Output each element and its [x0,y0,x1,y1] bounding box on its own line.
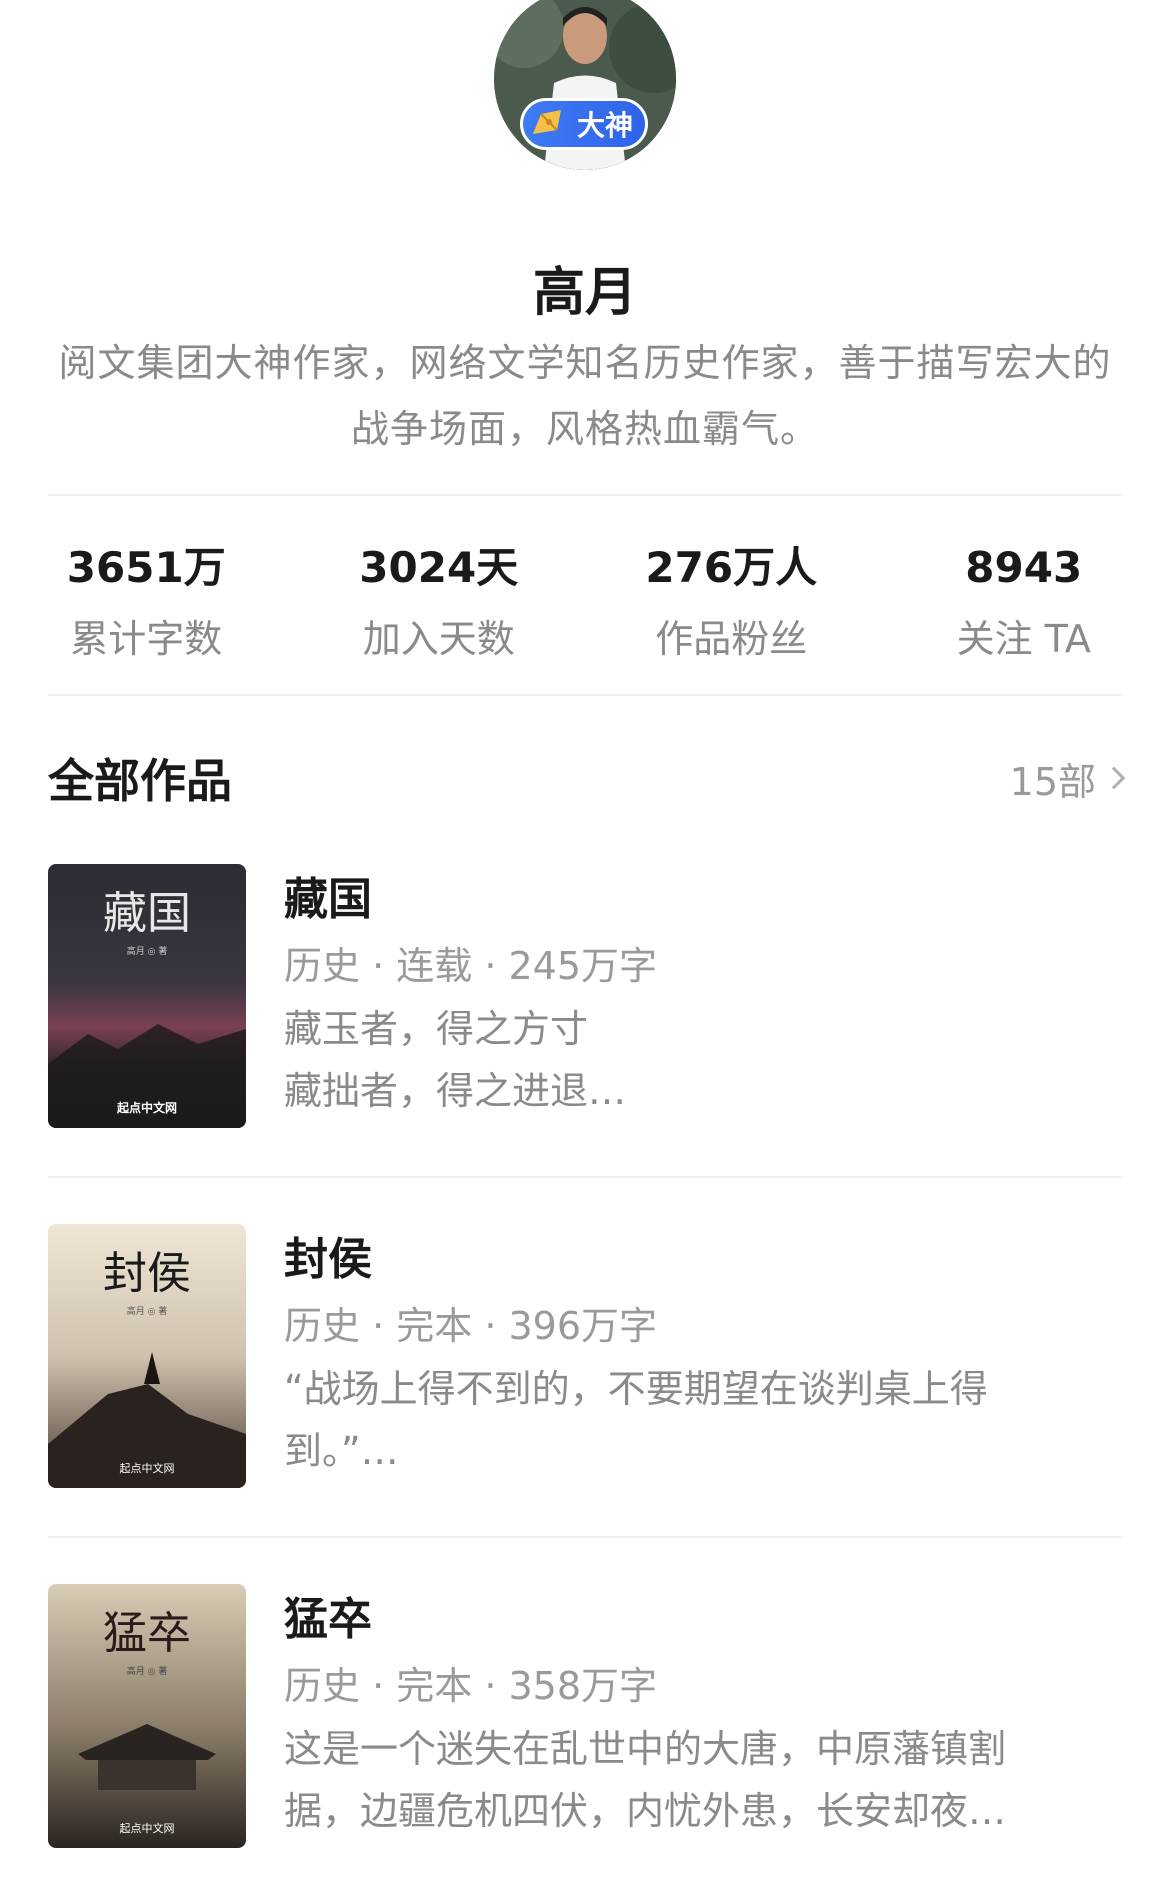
cover-author: 高月 ◎ 著 [127,1665,168,1677]
cover-publisher: 起点中文网 [120,1461,175,1475]
stat-total-words: 3651万 累计字数 [0,540,293,663]
stat-label: 关注 TA [956,617,1091,661]
book-item[interactable]: 猛卒 高月 ◎ 著 起点中文网 猛卒 历史 · 完本 · 358万字 这是一个迷… [48,1584,1122,1848]
works-count-link[interactable]: 15部 [1009,751,1126,806]
stat-value: 276万人 [645,543,818,592]
works-title: 全部作品 [48,754,232,808]
stat-following[interactable]: 8943 关注 TA [878,540,1170,663]
book-title: 猛卒 [284,1594,372,1645]
works-header: 全部作品 15部 [48,748,1126,808]
pen-nib-icon [533,110,561,134]
book-desc-line: 据，边疆危机四伏，内忧外患，长安却夜… [284,1789,1007,1833]
book-cover-art: 藏国 高月 ◎ 著 起点中文网 [48,864,246,1128]
book-meta: 历史 · 完本 · 396万字 [284,1304,658,1348]
divider [48,494,1122,496]
stat-value: 3024天 [359,543,519,592]
book-info: 封侯 历史 · 完本 · 396万字 “战场上得不到的，不要期望在谈判桌上得 到… [284,1224,1122,1488]
author-stats: 3651万 累计字数 3024天 加入天数 276万人 作品粉丝 8943 关注… [0,540,1170,663]
stat-fans: 276万人 作品粉丝 [585,540,878,663]
book-cover[interactable]: 封侯 高月 ◎ 著 起点中文网 [48,1224,246,1488]
cover-author: 高月 ◎ 著 [127,945,168,957]
stat-label: 累计字数 [70,617,223,661]
cover-title: 猛卒 [103,1608,191,1659]
book-description: “战场上得不到的，不要期望在谈判桌上得 到。”… [284,1358,1122,1482]
book-meta: 历史 · 完本 · 358万字 [284,1664,658,1708]
master-author-badge: 大神 [520,98,648,150]
works-count: 15部 [1009,759,1096,804]
book-cover[interactable]: 猛卒 高月 ◎ 著 起点中文网 [48,1584,246,1848]
book-meta: 历史 · 连载 · 245万字 [284,944,658,988]
book-description: 藏玉者，得之方寸 藏拙者，得之进退… [284,998,1122,1122]
book-info: 猛卒 历史 · 完本 · 358万字 这是一个迷失在乱世中的大唐，中原藩镇割 据… [284,1584,1122,1848]
cover-title: 封侯 [103,1248,191,1299]
author-bio: 阅文集团大神作家，网络文学知名历史作家，善于描写宏大的战争场面，风格热血霸气。 [58,341,1112,451]
book-cover-art: 猛卒 高月 ◎ 著 起点中文网 [48,1584,246,1848]
book-item[interactable]: 封侯 高月 ◎ 著 起点中文网 封侯 历史 · 完本 · 396万字 “战场上得… [48,1224,1122,1488]
stat-value: 3651万 [66,543,226,592]
book-description: 这是一个迷失在乱世中的大唐，中原藩镇割 据，边疆危机四伏，内忧外患，长安却夜… [284,1718,1122,1842]
book-info: 藏国 历史 · 连载 · 245万字 藏玉者，得之方寸 藏拙者，得之进退… [284,864,1122,1128]
divider [48,694,1122,696]
book-desc-line: 藏拙者，得之进退… [284,1069,627,1113]
stat-label: 作品粉丝 [655,617,808,661]
divider [48,1536,1122,1538]
divider [48,1176,1122,1178]
book-cover-art: 封侯 高月 ◎ 著 起点中文网 [48,1224,246,1488]
cover-publisher: 起点中文网 [120,1821,175,1835]
cover-title: 藏国 [103,888,191,939]
stat-value: 8943 [965,543,1083,592]
book-desc-line: “战场上得不到的，不要期望在谈判桌上得 [284,1367,988,1411]
stat-label: 加入天数 [362,617,515,661]
book-desc-line: 到。”… [284,1429,399,1473]
book-desc-line: 这是一个迷失在乱世中的大唐，中原藩镇割 [284,1727,1007,1771]
book-title: 封侯 [284,1234,372,1285]
book-desc-line: 藏玉者，得之方寸 [284,1007,589,1051]
badge-label: 大神 [577,109,634,142]
stat-days-joined: 3024天 加入天数 [293,540,586,663]
book-cover[interactable]: 藏国 高月 ◎ 著 起点中文网 [48,864,246,1128]
book-item[interactable]: 藏国 高月 ◎ 著 起点中文网 藏国 历史 · 连载 · 245万字 藏玉者，得… [48,864,1122,1128]
cover-author: 高月 ◎ 著 [127,1305,168,1317]
author-avatar-container[interactable]: 大神 [494,0,676,170]
author-name: 高月 [532,263,637,323]
chevron-right-icon [1102,766,1126,790]
book-title: 藏国 [284,874,372,925]
cover-publisher: 起点中文网 [116,1100,177,1115]
